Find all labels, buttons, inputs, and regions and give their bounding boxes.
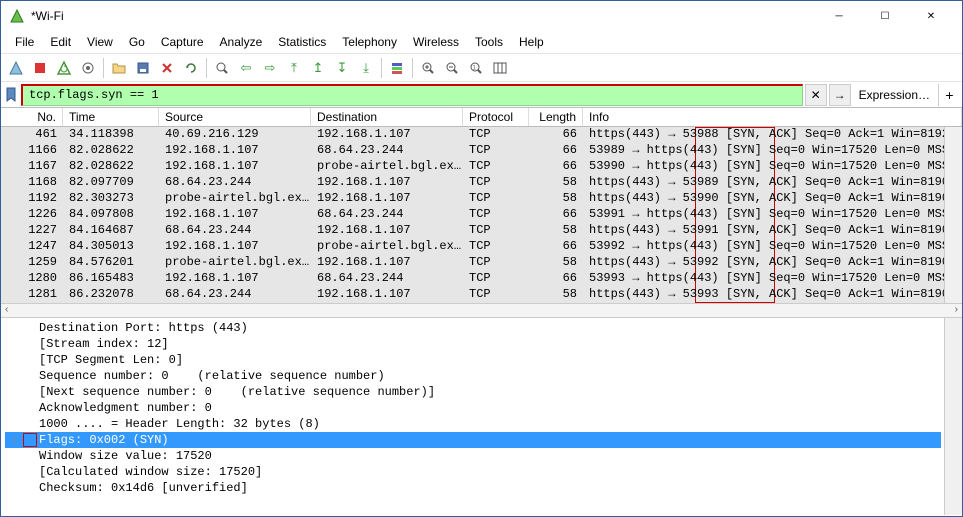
start-capture-icon[interactable] xyxy=(5,57,27,79)
menu-capture[interactable]: Capture xyxy=(153,33,212,51)
col-time[interactable]: Time xyxy=(63,108,159,126)
table-row[interactable]: 119282.303273probe-airtel.bgl.ex…192.168… xyxy=(1,191,945,207)
detail-line[interactable]: Checksum: 0x14d6 [unverified] xyxy=(5,480,958,496)
window-title: *Wi-Fi xyxy=(31,9,816,23)
nav-right-icon[interactable]: › xyxy=(955,304,958,317)
close-button[interactable]: ✕ xyxy=(908,1,954,31)
packet-list-header: No. Time Source Destination Protocol Len… xyxy=(1,107,962,127)
menu-wireless[interactable]: Wireless xyxy=(405,33,467,51)
detail-line[interactable]: Sequence number: 0 (relative sequence nu… xyxy=(5,368,958,384)
menu-edit[interactable]: Edit xyxy=(42,33,79,51)
detail-line-flags[interactable]: ›Flags: 0x002 (SYN) xyxy=(5,432,941,448)
go-back-icon[interactable]: ⇦ xyxy=(235,57,257,79)
table-row[interactable]: 116882.09770968.64.23.244192.168.1.107TC… xyxy=(1,175,945,191)
table-row[interactable]: 128186.23207868.64.23.244192.168.1.107TC… xyxy=(1,287,945,303)
menubar: File Edit View Go Capture Analyze Statis… xyxy=(1,31,962,53)
colorize-icon[interactable] xyxy=(386,57,408,79)
stop-capture-icon[interactable] xyxy=(29,57,51,79)
detail-line[interactable]: Destination Port: https (443) xyxy=(5,320,958,336)
resize-columns-icon[interactable] xyxy=(489,57,511,79)
zoom-out-icon[interactable] xyxy=(441,57,463,79)
expand-icon[interactable]: › xyxy=(11,433,18,447)
zoom-in-icon[interactable] xyxy=(417,57,439,79)
close-file-icon[interactable] xyxy=(156,57,178,79)
titlebar: *Wi-Fi ─ ☐ ✕ xyxy=(1,1,962,31)
reload-icon[interactable] xyxy=(180,57,202,79)
menu-go[interactable]: Go xyxy=(121,33,153,51)
open-file-icon[interactable] xyxy=(108,57,130,79)
pane-navigator[interactable]: ‹ › xyxy=(1,303,962,317)
col-length[interactable]: Length xyxy=(529,108,583,126)
save-file-icon[interactable] xyxy=(132,57,154,79)
clear-filter-icon[interactable]: ✕ xyxy=(805,84,827,106)
packet-list[interactable]: 46134.11839840.69.216.129192.168.1.107TC… xyxy=(1,127,962,303)
find-packet-icon[interactable] xyxy=(211,57,233,79)
filter-bar: ✕ → Expression… + xyxy=(1,81,962,107)
table-row[interactable]: 128086.165483192.168.1.10768.64.23.244TC… xyxy=(1,271,945,287)
expression-button[interactable]: Expression… xyxy=(853,88,936,102)
apply-filter-icon[interactable]: → xyxy=(829,84,851,106)
menu-analyze[interactable]: Analyze xyxy=(212,33,271,51)
table-row[interactable]: 46134.11839840.69.216.129192.168.1.107TC… xyxy=(1,127,945,143)
maximize-button[interactable]: ☐ xyxy=(862,1,908,31)
go-last-icon[interactable]: ↧ xyxy=(331,57,353,79)
toolbar: ⇦ ⇨ ⤒ ↥ ↧ ⤓ 1 xyxy=(1,53,962,81)
detail-line[interactable]: [Calculated window size: 17520] xyxy=(5,464,958,480)
menu-view[interactable]: View xyxy=(79,33,121,51)
menu-file[interactable]: File xyxy=(7,33,42,51)
table-row[interactable]: 116782.028622192.168.1.107probe-airtel.b… xyxy=(1,159,945,175)
restart-capture-icon[interactable] xyxy=(53,57,75,79)
capture-options-icon[interactable] xyxy=(77,57,99,79)
detail-line[interactable]: Window size value: 17520 xyxy=(5,448,958,464)
col-protocol[interactable]: Protocol xyxy=(463,108,529,126)
display-filter-input[interactable] xyxy=(21,84,803,106)
detail-line[interactable]: 1000 .... = Header Length: 32 bytes (8) xyxy=(5,416,958,432)
menu-telephony[interactable]: Telephony xyxy=(334,33,405,51)
packet-details[interactable]: Destination Port: https (443) [Stream in… xyxy=(1,317,962,515)
app-icon xyxy=(9,8,25,24)
add-filter-button[interactable]: + xyxy=(938,84,960,106)
nav-left-icon[interactable]: ‹ xyxy=(5,304,8,317)
menu-help[interactable]: Help xyxy=(511,33,552,51)
go-forward-icon[interactable]: ⇨ xyxy=(259,57,281,79)
col-no[interactable]: No. xyxy=(1,108,63,126)
detail-line[interactable]: Acknowledgment number: 0 xyxy=(5,400,958,416)
detail-line[interactable]: [TCP Segment Len: 0] xyxy=(5,352,958,368)
auto-scroll-icon[interactable]: ⤓ xyxy=(355,57,377,79)
table-row[interactable]: 124784.305013192.168.1.107probe-airtel.b… xyxy=(1,239,945,255)
zoom-reset-icon[interactable]: 1 xyxy=(465,57,487,79)
menu-tools[interactable]: Tools xyxy=(467,33,511,51)
col-source[interactable]: Source xyxy=(159,108,311,126)
menu-statistics[interactable]: Statistics xyxy=(270,33,334,51)
col-info[interactable]: Info xyxy=(583,108,962,126)
table-row[interactable]: 122784.16468768.64.23.244192.168.1.107TC… xyxy=(1,223,945,239)
detail-line[interactable]: [Next sequence number: 0 (relative seque… xyxy=(5,384,958,400)
table-row[interactable]: 122684.097808192.168.1.10768.64.23.244TC… xyxy=(1,207,945,223)
detail-line[interactable]: [Stream index: 12] xyxy=(5,336,958,352)
go-to-packet-icon[interactable]: ⤒ xyxy=(283,57,305,79)
go-first-icon[interactable]: ↥ xyxy=(307,57,329,79)
bookmark-icon[interactable] xyxy=(3,84,19,106)
minimize-button[interactable]: ─ xyxy=(816,1,862,31)
table-row[interactable]: 125984.576201probe-airtel.bgl.ex…192.168… xyxy=(1,255,945,271)
table-row[interactable]: 116682.028622192.168.1.10768.64.23.244TC… xyxy=(1,143,945,159)
col-destination[interactable]: Destination xyxy=(311,108,463,126)
